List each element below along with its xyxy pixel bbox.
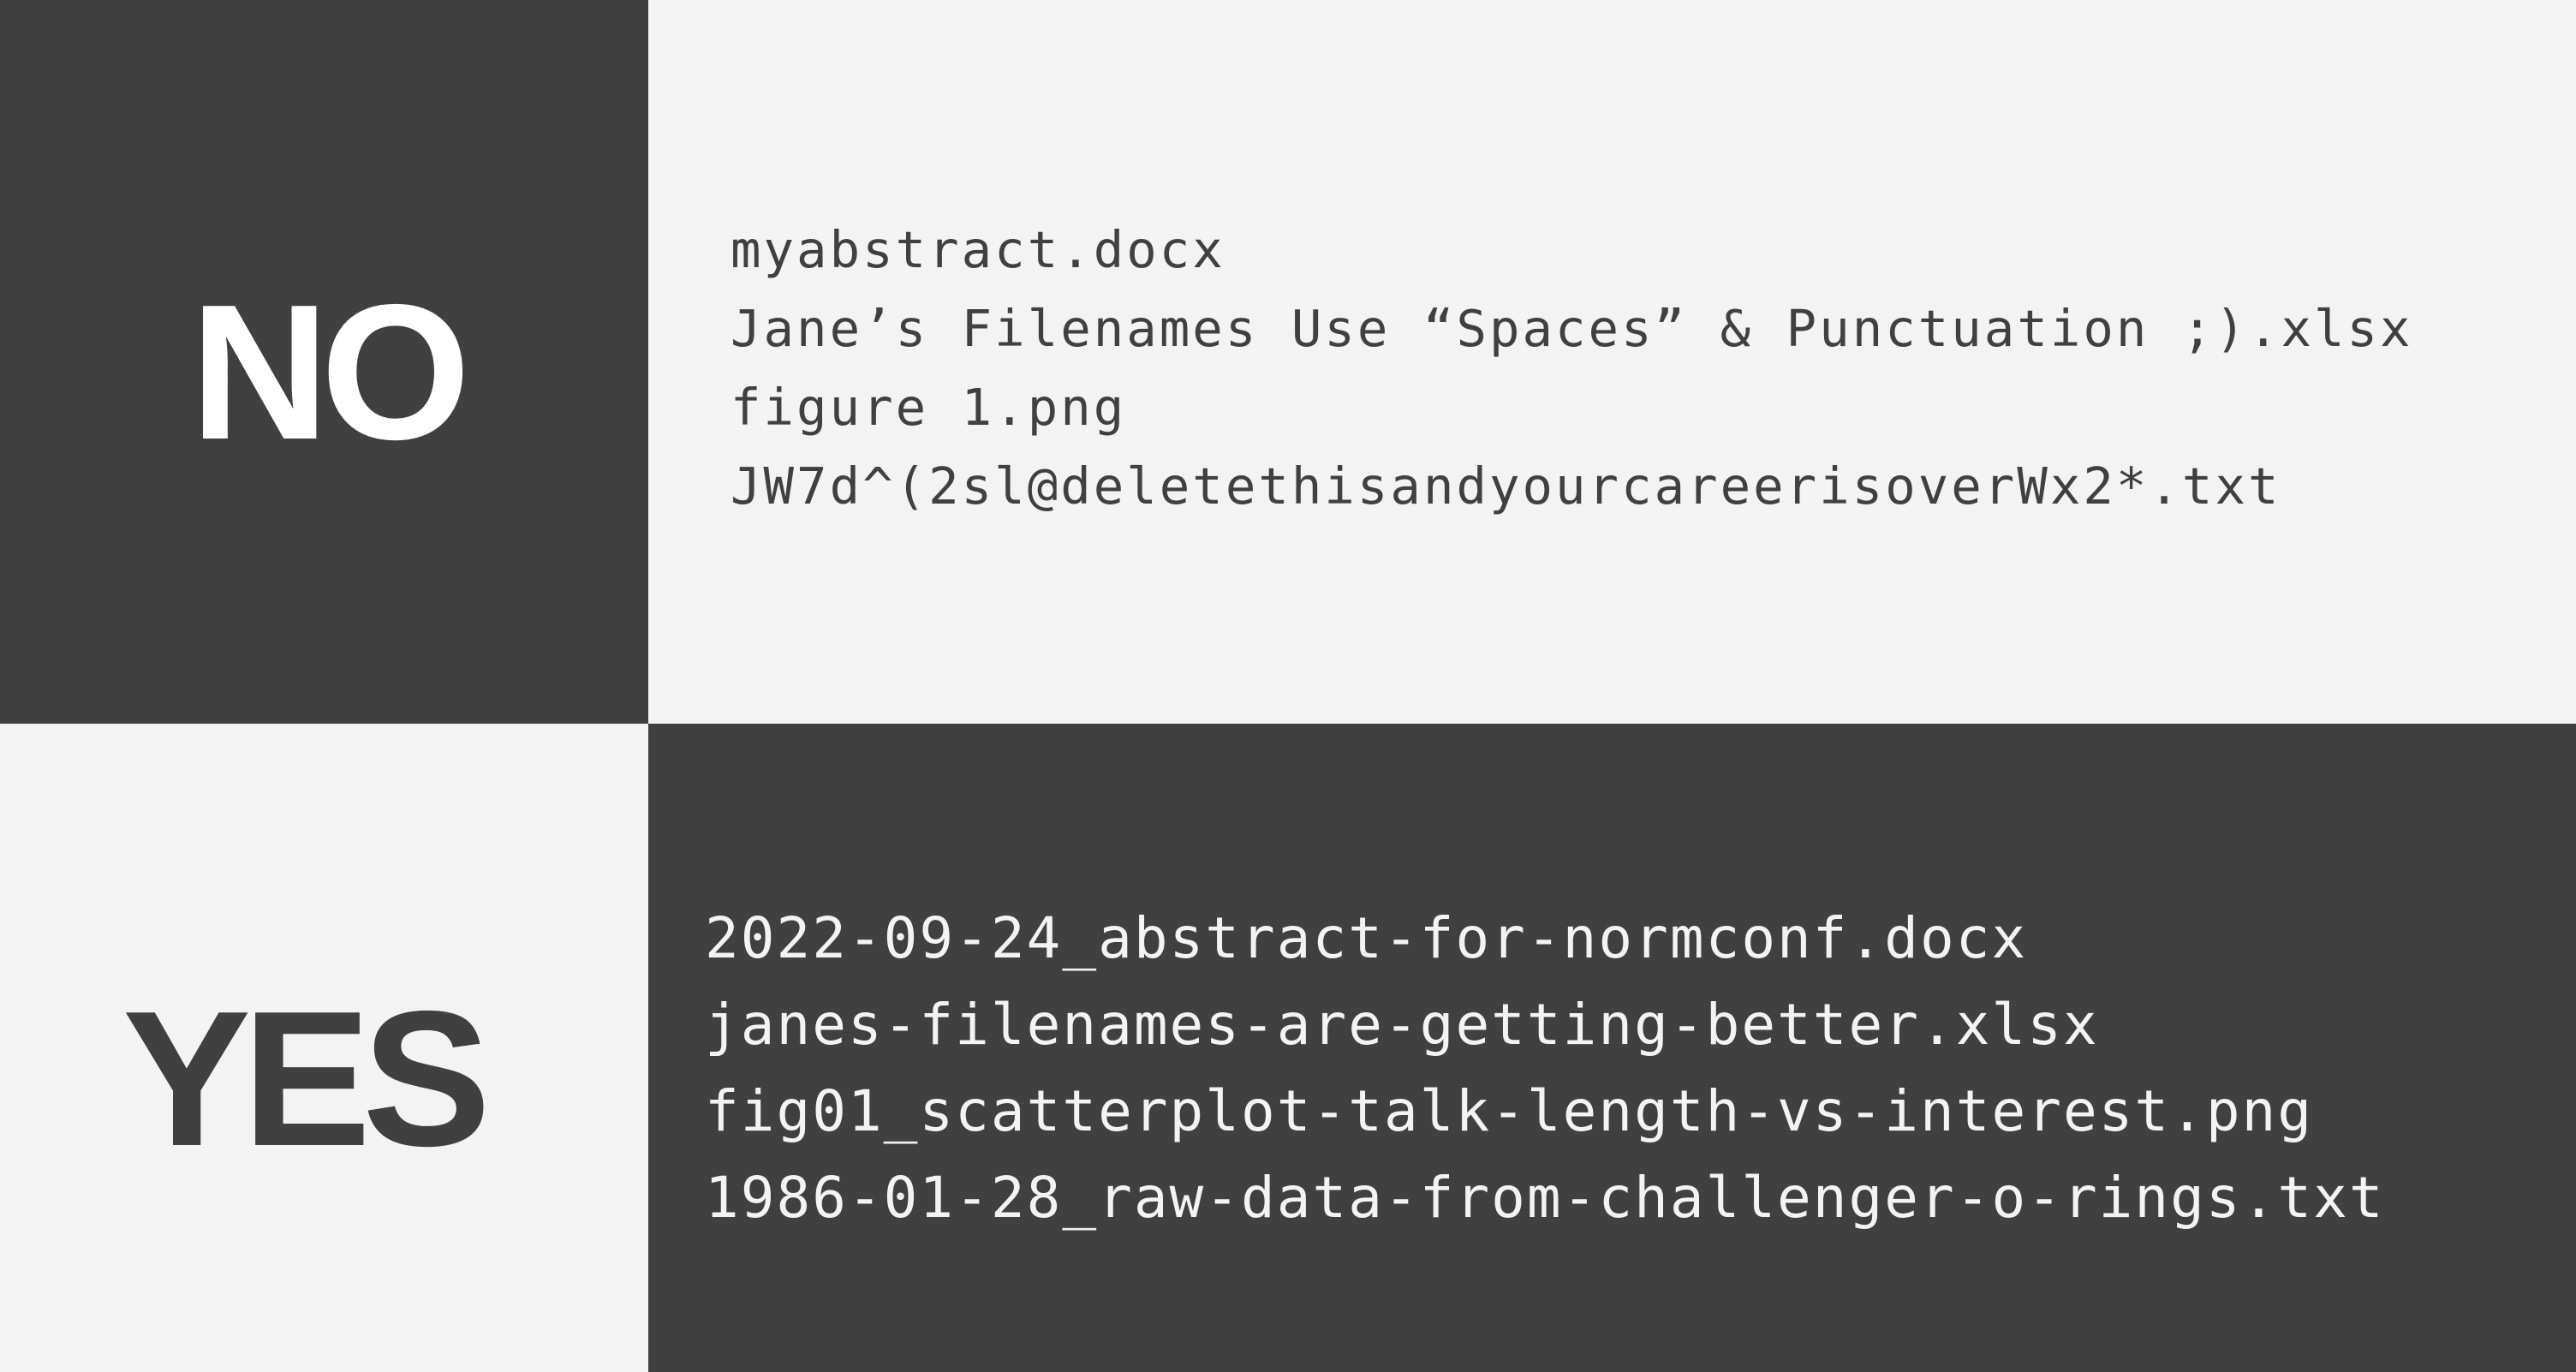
good-filename-item: 1986-01-28_raw-data-from-challenger-o-ri… (705, 1165, 2385, 1231)
yes-heading: YES (122, 970, 491, 1186)
no-heading: NO (190, 264, 470, 480)
good-filenames-panel: 2022-09-24_abstract-for-normconf.docx ja… (648, 724, 2576, 1372)
bad-filename-item: Jane’s Filenames Use “Spaces” & Punctuat… (730, 299, 2413, 358)
bad-filename-item: myabstract.docx (730, 220, 1225, 279)
yes-label-panel: YES (0, 724, 648, 1372)
good-filename-item: 2022-09-24_abstract-for-normconf.docx (705, 905, 2028, 971)
bad-filename-item: figure 1.png (730, 378, 1127, 437)
bad-filename-item: JW7d^(2sl@deletethisandyourcareerisoverW… (730, 456, 2281, 516)
good-filename-item: fig01_scatterplot-talk-length-vs-interes… (705, 1078, 2314, 1144)
bad-filename-list: myabstract.docx Jane’s Filenames Use “Sp… (730, 211, 2413, 526)
good-filename-list: 2022-09-24_abstract-for-normconf.docx ja… (705, 895, 2385, 1241)
bad-filenames-panel: myabstract.docx Jane’s Filenames Use “Sp… (648, 0, 2576, 724)
good-filename-item: janes-filenames-are-getting-better.xlsx (705, 992, 2099, 1058)
no-label-panel: NO (0, 0, 648, 724)
